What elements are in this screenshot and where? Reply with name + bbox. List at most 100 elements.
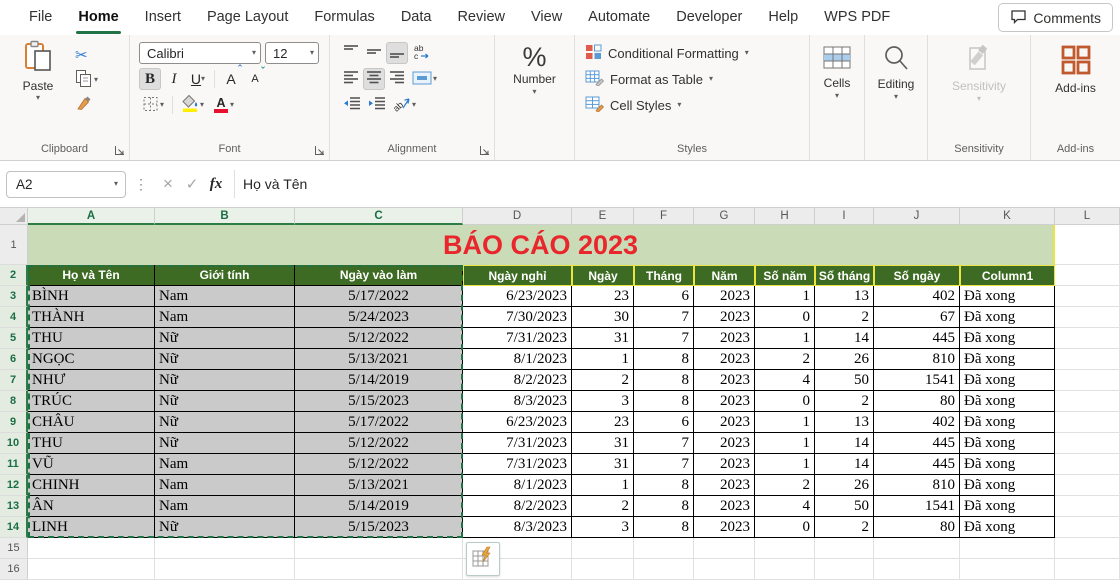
clipboard-dialog-launcher-icon[interactable]: [113, 145, 125, 157]
increase-indent-button[interactable]: [365, 94, 389, 116]
name-box[interactable]: A2 ▾: [6, 171, 126, 198]
cell-A14[interactable]: LINH: [28, 517, 155, 538]
cell-C13[interactable]: 5/14/2019: [295, 496, 463, 517]
cell-C7[interactable]: 5/14/2019: [295, 370, 463, 391]
cell-G11[interactable]: 2023: [694, 454, 755, 475]
cell-L13[interactable]: [1055, 496, 1120, 517]
cell-styles-button[interactable]: Cell Styles ▾: [575, 92, 809, 118]
align-center-button[interactable]: [363, 68, 385, 90]
cell-B16[interactable]: [155, 559, 295, 580]
menu-tab-data[interactable]: Data: [388, 0, 445, 35]
cell-A12[interactable]: CHINH: [28, 475, 155, 496]
menu-tab-automate[interactable]: Automate: [575, 0, 663, 35]
cell-E13[interactable]: 2: [572, 496, 634, 517]
cell-D11[interactable]: 7/31/2023: [463, 454, 572, 475]
cell-B8[interactable]: Nữ: [155, 391, 295, 412]
cell-F14[interactable]: 8: [634, 517, 694, 538]
underline-button[interactable]: U▾: [187, 68, 209, 90]
cell-F12[interactable]: 8: [634, 475, 694, 496]
cell-L15[interactable]: [1055, 538, 1120, 559]
cell-G14[interactable]: 2023: [694, 517, 755, 538]
cell-C16[interactable]: [295, 559, 463, 580]
cell-G15[interactable]: [694, 538, 755, 559]
cell-D6[interactable]: 8/1/2023: [463, 349, 572, 370]
wrap-text-button[interactable]: abc: [409, 42, 435, 64]
cell-E3[interactable]: 23: [572, 286, 634, 307]
cell-E5[interactable]: 31: [572, 328, 634, 349]
italic-button[interactable]: I: [163, 68, 185, 90]
cell-C4[interactable]: 5/24/2023: [295, 307, 463, 328]
cell-H6[interactable]: 2: [755, 349, 815, 370]
cell-I15[interactable]: [815, 538, 874, 559]
cells-button[interactable]: Cells ▾: [810, 40, 864, 100]
row-header-6[interactable]: 6: [0, 349, 28, 370]
row-header-5[interactable]: 5: [0, 328, 28, 349]
paste-button[interactable]: Paste ▾: [12, 40, 64, 142]
cell-E14[interactable]: 3: [572, 517, 634, 538]
cell-D13[interactable]: 8/2/2023: [463, 496, 572, 517]
cell-I14[interactable]: 2: [815, 517, 874, 538]
cell-C9[interactable]: 5/17/2022: [295, 412, 463, 433]
conditional-formatting-button[interactable]: Conditional Formatting ▾: [575, 40, 809, 66]
comments-button[interactable]: Comments: [998, 3, 1113, 32]
align-top-button[interactable]: [340, 42, 362, 64]
addins-button[interactable]: Add-ins: [1031, 40, 1120, 95]
cell-E9[interactable]: 23: [572, 412, 634, 433]
cell-G7[interactable]: 2023: [694, 370, 755, 391]
editing-button[interactable]: Editing ▾: [865, 40, 927, 101]
cell-L3[interactable]: [1055, 286, 1120, 307]
cell-B13[interactable]: Nam: [155, 496, 295, 517]
row-header-12[interactable]: 12: [0, 475, 28, 496]
cell-F8[interactable]: 8: [634, 391, 694, 412]
header-cell-F2[interactable]: Tháng: [634, 265, 694, 286]
cell-L16[interactable]: [1055, 559, 1120, 580]
cell-A8[interactable]: TRÚC: [28, 391, 155, 412]
cell-L1[interactable]: [1055, 225, 1120, 265]
cell-G13[interactable]: 2023: [694, 496, 755, 517]
column-header-H[interactable]: H: [755, 208, 815, 225]
menu-tab-home[interactable]: Home: [65, 0, 131, 35]
column-header-B[interactable]: B: [155, 208, 295, 225]
cell-H5[interactable]: 1: [755, 328, 815, 349]
font-family-select[interactable]: Calibri▾: [139, 42, 261, 64]
menu-tab-wps-pdf[interactable]: WPS PDF: [811, 0, 903, 35]
cell-A4[interactable]: THÀNH: [28, 307, 155, 328]
cell-B7[interactable]: Nữ: [155, 370, 295, 391]
column-header-G[interactable]: G: [694, 208, 755, 225]
cell-H3[interactable]: 1: [755, 286, 815, 307]
cell-L14[interactable]: [1055, 517, 1120, 538]
cell-J16[interactable]: [874, 559, 960, 580]
cell-A7[interactable]: NHƯ: [28, 370, 155, 391]
cancel-button[interactable]: ×: [156, 172, 180, 196]
cell-A13[interactable]: ÂN: [28, 496, 155, 517]
cell-J13[interactable]: 1541: [874, 496, 960, 517]
sensitivity-button[interactable]: Sensitivity ▾: [928, 40, 1030, 103]
cell-G6[interactable]: 2023: [694, 349, 755, 370]
align-right-button[interactable]: [386, 68, 408, 90]
formula-input[interactable]: Họ và Tên: [243, 176, 307, 192]
cell-G12[interactable]: 2023: [694, 475, 755, 496]
cell-E4[interactable]: 30: [572, 307, 634, 328]
cell-J10[interactable]: 445: [874, 433, 960, 454]
row-header-13[interactable]: 13: [0, 496, 28, 517]
cell-J8[interactable]: 80: [874, 391, 960, 412]
cell-F9[interactable]: 6: [634, 412, 694, 433]
bold-button[interactable]: B: [139, 68, 161, 90]
cell-A10[interactable]: THU: [28, 433, 155, 454]
borders-button[interactable]: ▾: [139, 94, 167, 116]
cell-B14[interactable]: Nữ: [155, 517, 295, 538]
cell-E8[interactable]: 3: [572, 391, 634, 412]
cell-J4[interactable]: 67: [874, 307, 960, 328]
cell-I3[interactable]: 13: [815, 286, 874, 307]
cell-H12[interactable]: 2: [755, 475, 815, 496]
cell-L4[interactable]: [1055, 307, 1120, 328]
cell-K14[interactable]: Đã xong: [960, 517, 1055, 538]
column-header-C[interactable]: C: [295, 208, 463, 225]
cell-C6[interactable]: 5/13/2021: [295, 349, 463, 370]
cell-I4[interactable]: 2: [815, 307, 874, 328]
row-header-2[interactable]: 2: [0, 265, 28, 286]
cell-C10[interactable]: 5/12/2022: [295, 433, 463, 454]
cell-J3[interactable]: 402: [874, 286, 960, 307]
cell-K11[interactable]: Đã xong: [960, 454, 1055, 475]
cell-J5[interactable]: 445: [874, 328, 960, 349]
